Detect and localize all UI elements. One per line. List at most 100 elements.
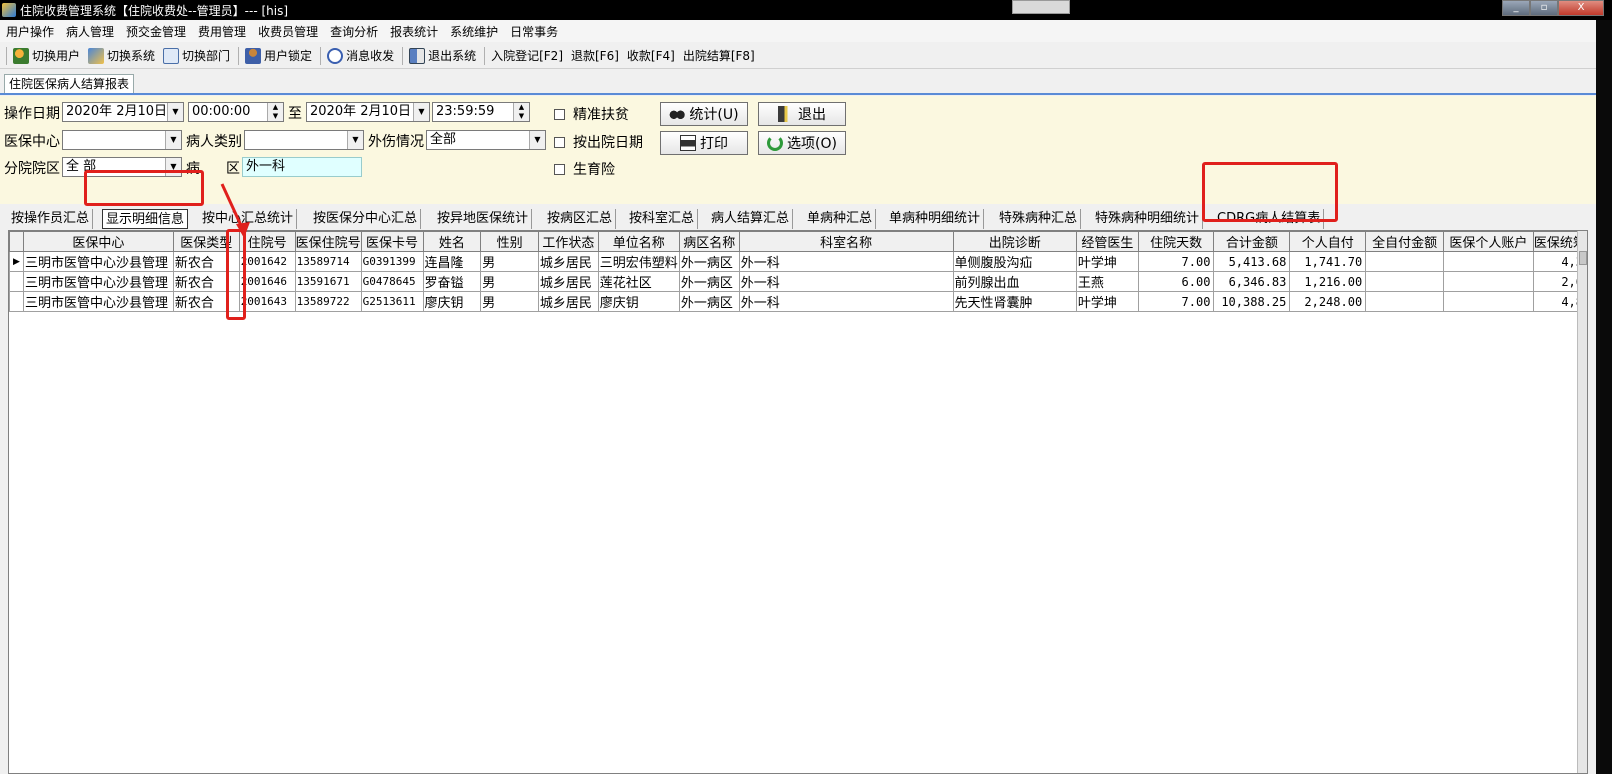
patient-type-select[interactable]: ▼ bbox=[244, 130, 364, 150]
cell-diagnosis[interactable]: 先天性肾囊肿 bbox=[952, 291, 1077, 312]
center-select[interactable]: ▼ bbox=[62, 130, 182, 150]
col-header-diagnosis[interactable]: 出院诊断 bbox=[952, 231, 1077, 252]
tab-single-disease[interactable]: 单病种汇总 bbox=[804, 209, 877, 229]
cell-total[interactable]: 6,346.83 bbox=[1213, 271, 1291, 292]
spinner-icon[interactable]: ▲ ▼ bbox=[267, 103, 283, 121]
snap-layout-icon[interactable] bbox=[1012, 0, 1070, 14]
col-header-card-no[interactable]: 医保卡号 bbox=[360, 231, 424, 252]
col-header-ins-admission-no[interactable]: 医保住院号 bbox=[294, 231, 362, 252]
cell-ward[interactable]: 外一病区 bbox=[678, 271, 740, 292]
cell-card-no[interactable]: G0478645 bbox=[360, 271, 424, 292]
cell-full-self-pay[interactable] bbox=[1365, 271, 1444, 292]
chevron-down-icon[interactable]: ▼ bbox=[529, 131, 545, 149]
chevron-down-icon[interactable]: ▼ bbox=[165, 131, 181, 149]
injury-select[interactable]: 全部 ▼ bbox=[426, 130, 546, 150]
col-header-days[interactable]: 住院天数 bbox=[1137, 231, 1215, 252]
cell-total[interactable]: 5,413.68 bbox=[1213, 251, 1291, 272]
cell-ins-admission-no[interactable]: 13589722 bbox=[294, 291, 362, 312]
checkbox-box[interactable] bbox=[554, 108, 565, 120]
cell-work-status[interactable]: 城乡居民 bbox=[537, 271, 599, 292]
switch-department-button[interactable]: 切换部门 bbox=[163, 47, 230, 64]
cell-doctor[interactable]: 叶学坤 bbox=[1075, 251, 1139, 272]
cell-full-self-pay[interactable] bbox=[1365, 291, 1444, 312]
ward-field[interactable]: 外一科 bbox=[242, 157, 362, 177]
user-lock-button[interactable]: 用户锁定 bbox=[245, 47, 312, 64]
tab-patient-settle[interactable]: 病人结算汇总 bbox=[708, 209, 794, 229]
cell-gender[interactable]: 男 bbox=[480, 291, 539, 312]
start-time-field[interactable]: 00:00:00 ▲ ▼ bbox=[188, 102, 284, 122]
admission-register-button[interactable]: 入院登记[F2] bbox=[491, 47, 563, 64]
menu-daily[interactable]: 日常事务 bbox=[504, 23, 564, 40]
chevron-down-icon[interactable]: ▼ bbox=[167, 103, 183, 121]
tab-special-disease[interactable]: 特殊病种汇总 bbox=[996, 209, 1082, 229]
cell-personal-account[interactable] bbox=[1443, 271, 1534, 292]
chevron-down-icon[interactable]: ▼ bbox=[347, 131, 363, 149]
collect-button[interactable]: 收款[F4] bbox=[627, 47, 675, 64]
cell-diagnosis[interactable]: 前列腺出血 bbox=[952, 271, 1077, 292]
message-button[interactable]: 消息收发 bbox=[327, 47, 394, 64]
menu-user-ops[interactable]: 用户操作 bbox=[0, 23, 60, 40]
cell-employer[interactable]: 廖庆钥 bbox=[597, 291, 680, 312]
minimize-button[interactable]: _ bbox=[1502, 0, 1530, 16]
table-row[interactable]: 三明市医管中心沙县管理 新农合 2001643 13589722 G251361… bbox=[9, 291, 1587, 312]
cell-days[interactable]: 7.00 bbox=[1137, 291, 1215, 312]
cell-admission-no[interactable]: 2001643 bbox=[238, 291, 296, 312]
tab-show-detail[interactable]: 显示明细信息 bbox=[102, 209, 189, 229]
col-header-center[interactable]: 医保中心 bbox=[22, 231, 174, 252]
exit-button[interactable]: 退出 bbox=[758, 102, 846, 126]
cell-gender[interactable]: 男 bbox=[480, 251, 539, 272]
menu-reports[interactable]: 报表统计 bbox=[384, 23, 444, 40]
cell-center[interactable]: 三明市医管中心沙县管理 bbox=[22, 251, 174, 272]
maternity-checkbox[interactable]: 生育险 bbox=[554, 159, 615, 179]
cell-self-pay[interactable]: 1,741.70 bbox=[1289, 251, 1367, 272]
chevron-down-icon[interactable]: ▼ bbox=[413, 103, 429, 121]
cell-ward[interactable]: 外一病区 bbox=[678, 291, 740, 312]
close-button[interactable]: X bbox=[1558, 0, 1604, 16]
cell-center[interactable]: 三明市医管中心沙县管理 bbox=[22, 271, 174, 292]
spinner-icon[interactable]: ▲ ▼ bbox=[513, 103, 529, 121]
col-header-indicator[interactable] bbox=[9, 231, 24, 252]
menu-system[interactable]: 系统维护 bbox=[444, 23, 504, 40]
discharge-date-checkbox[interactable]: 按出院日期 bbox=[554, 132, 643, 152]
maximize-button[interactable]: ▫ bbox=[1530, 0, 1558, 16]
cell-doctor[interactable]: 王燕 bbox=[1075, 271, 1139, 292]
cell-self-pay[interactable]: 2,248.00 bbox=[1289, 291, 1367, 312]
cell-diagnosis[interactable]: 单侧腹股沟疝 bbox=[952, 251, 1077, 272]
row-indicator[interactable] bbox=[9, 291, 24, 312]
menu-patient[interactable]: 病人管理 bbox=[60, 23, 120, 40]
cell-self-pay[interactable]: 1,216.00 bbox=[1289, 271, 1367, 292]
menu-query[interactable]: 查询分析 bbox=[324, 23, 384, 40]
cell-full-self-pay[interactable] bbox=[1365, 251, 1444, 272]
cell-total[interactable]: 10,388.25 bbox=[1213, 291, 1291, 312]
tab-by-operator[interactable]: 按操作员汇总 bbox=[8, 209, 94, 229]
tab-single-disease-detail[interactable]: 单病种明细统计 bbox=[886, 209, 985, 229]
end-time-field[interactable]: 23:59:59 ▲ ▼ bbox=[432, 102, 530, 122]
tab-by-subcenter[interactable]: 按医保分中心汇总 bbox=[310, 209, 422, 229]
menu-deposit[interactable]: 预交金管理 bbox=[120, 23, 192, 40]
start-date-picker[interactable]: 2020年 2月10日 ▼ bbox=[62, 102, 184, 122]
col-header-doctor[interactable]: 经管医生 bbox=[1075, 231, 1139, 252]
cell-work-status[interactable]: 城乡居民 bbox=[537, 291, 599, 312]
cell-name[interactable]: 罗奋镒 bbox=[422, 271, 482, 292]
col-header-self-pay[interactable]: 个人自付 bbox=[1289, 231, 1367, 252]
cell-center[interactable]: 三明市医管中心沙县管理 bbox=[22, 291, 174, 312]
cell-card-no[interactable]: G2513611 bbox=[360, 291, 424, 312]
end-date-picker[interactable]: 2020年 2月10日 ▼ bbox=[306, 102, 430, 122]
cell-dept[interactable]: 外一科 bbox=[738, 291, 954, 312]
table-row[interactable]: 三明市医管中心沙县管理 新农合 2001646 13591671 G047864… bbox=[9, 271, 1587, 292]
cell-personal-account[interactable] bbox=[1443, 251, 1534, 272]
stats-button[interactable]: 统计(U) bbox=[660, 102, 748, 126]
cell-doctor[interactable]: 叶学坤 bbox=[1075, 291, 1139, 312]
col-header-full-self-pay[interactable]: 全自付金额 bbox=[1365, 231, 1444, 252]
col-header-personal-account[interactable]: 医保个人账户 bbox=[1443, 231, 1534, 252]
col-header-name[interactable]: 姓名 bbox=[422, 231, 482, 252]
poverty-checkbox[interactable]: 精准扶贫 bbox=[554, 104, 629, 124]
switch-system-button[interactable]: 切换系统 bbox=[88, 47, 155, 64]
cell-days[interactable]: 6.00 bbox=[1137, 271, 1215, 292]
cell-employer[interactable]: 三明宏伟塑料 bbox=[597, 251, 680, 272]
cell-card-no[interactable]: G0391399 bbox=[360, 251, 424, 272]
tab-special-disease-detail[interactable]: 特殊病种明细统计 bbox=[1092, 209, 1204, 229]
cell-name[interactable]: 连昌隆 bbox=[422, 251, 482, 272]
print-button[interactable]: 打印 bbox=[660, 131, 748, 155]
scrollbar-thumb[interactable] bbox=[1579, 251, 1587, 265]
